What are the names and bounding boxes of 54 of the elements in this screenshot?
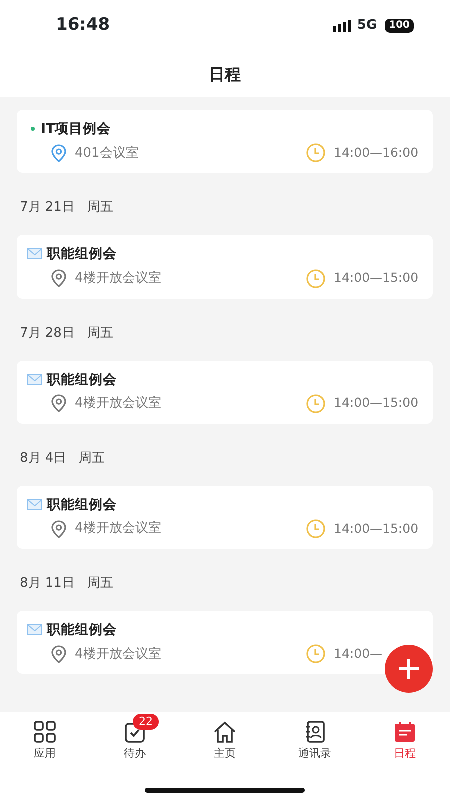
event-title: IT项目例会 <box>41 120 112 139</box>
status-time: 16:48 <box>56 14 110 38</box>
event-location: 4楼开放会议室 <box>75 646 162 664</box>
clock-icon <box>306 394 326 414</box>
event-location: 401会议室 <box>75 144 139 162</box>
badge-count: 22 <box>133 714 159 730</box>
calendar-icon <box>393 720 417 744</box>
address-book-icon <box>303 720 327 744</box>
house-icon <box>213 720 237 744</box>
date-heading: 8月 4日 周五 <box>19 450 106 468</box>
clock-icon <box>306 143 326 164</box>
event-title: 职能组例会 <box>47 496 117 515</box>
plus-icon <box>398 658 420 680</box>
clock-icon <box>306 519 326 539</box>
envelope-icon <box>27 498 43 511</box>
clock-icon <box>306 644 326 664</box>
location-pin-icon <box>51 144 67 163</box>
envelope-icon <box>27 624 43 636</box>
tab-item[interactable]: 主页 <box>180 713 270 764</box>
network-label: 5G <box>357 17 378 36</box>
location-pin-icon <box>51 520 67 538</box>
tab-item[interactable]: 通讯录 <box>270 713 360 764</box>
tab-item[interactable]: 应用 <box>0 713 90 764</box>
event-time: 14:00—15:00 <box>334 520 419 538</box>
event-title: 职能组例会 <box>47 245 117 264</box>
event-card[interactable]: 职能组例会 4楼开放会议室 14:00—15:00 <box>17 235 433 298</box>
event-card[interactable]: 职能组例会 4楼开放会议室 14:00—15:00 <box>17 486 433 549</box>
event-title: 职能组例会 <box>47 621 117 640</box>
date-heading: 7月 28日 周五 <box>19 324 114 342</box>
date-heading: 8月 11日 周五 <box>19 575 114 593</box>
tab-item[interactable]: 日程 <box>360 713 450 764</box>
location-pin-icon <box>51 644 67 664</box>
signal-icon <box>333 20 354 32</box>
location-pin-icon <box>51 269 67 288</box>
event-card[interactable]: 职能组例会 4楼开放会议室 14:00—15:00 <box>17 360 433 424</box>
battery-icon: 100 <box>385 19 414 33</box>
event-time: 14:00— <box>334 644 383 663</box>
event-card[interactable]: 职能组例会 4楼开放会议室 14:00— <box>17 611 433 674</box>
event-location: 4楼开放会议室 <box>75 270 162 288</box>
event-location: 4楼开放会议室 <box>75 520 162 538</box>
event-card[interactable]: IT项目例会 401会议室 14:00—16:00 <box>17 110 433 174</box>
date-heading: 7月 21日 周五 <box>19 199 114 218</box>
event-time: 14:00—15:00 <box>334 269 419 288</box>
event-time: 14:00—15:00 <box>334 394 419 412</box>
event-title: 职能组例会 <box>47 370 117 390</box>
envelope-icon <box>27 248 43 260</box>
event-location: 4楼开放会议室 <box>75 395 162 413</box>
envelope-icon <box>27 374 43 386</box>
location-pin-icon <box>51 394 67 414</box>
event-time: 14:00—16:00 <box>334 144 419 162</box>
page-title: 日程 <box>209 64 241 86</box>
grid-icon <box>33 720 57 744</box>
clock-icon <box>306 268 326 288</box>
tab-item[interactable]: 待办 22 <box>90 713 180 764</box>
